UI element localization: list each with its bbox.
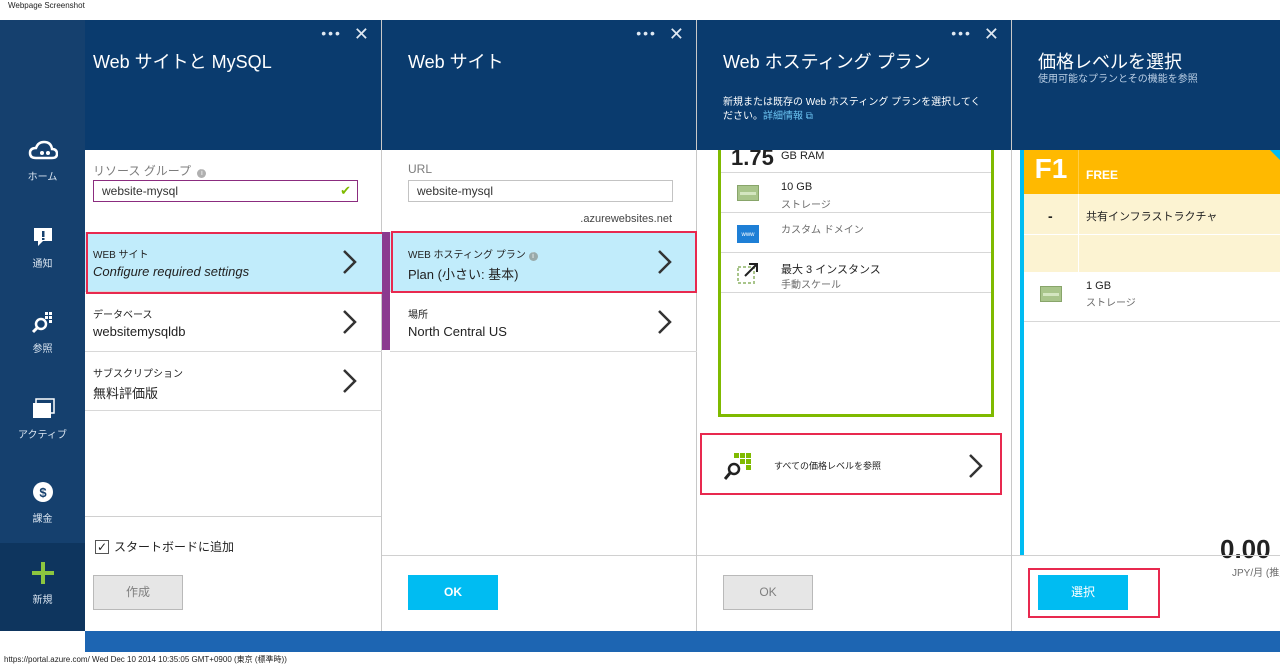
billing-icon: $	[32, 482, 53, 502]
divider	[85, 516, 381, 517]
sidebar: ホーム 通知 参照 アクティブ $ 課金	[0, 20, 85, 631]
tier-feature-storage: 1 GB ストレージ	[1024, 272, 1280, 322]
blade-hosting-plan: ••• ✕ Web ホスティング プラン 新規または既存の Web ホスティング …	[697, 20, 1012, 631]
info-icon: i	[528, 252, 538, 261]
tier-price: 0.00	[1220, 534, 1271, 564]
sidebar-item-active[interactable]: アクティブ	[0, 398, 85, 441]
tier-code: F1	[1024, 150, 1079, 194]
chevron-right-icon	[658, 250, 672, 274]
new-button[interactable]: 新規	[0, 543, 85, 631]
tier-card-f1[interactable]: F1 FREE - 共有インフラストラクチャ 1 GB ストレージ 0.00 J…	[1024, 150, 1280, 579]
accent-strip	[382, 232, 390, 350]
browse-icon	[31, 312, 52, 334]
sidebar-item-label: 課金	[32, 514, 53, 525]
www-icon: www	[737, 225, 759, 243]
blade-controls: ••• ✕	[321, 24, 371, 45]
ok-button[interactable]: OK	[408, 575, 498, 610]
close-icon[interactable]: ✕	[354, 24, 371, 44]
row-hosting-plan[interactable]: WEB ホスティング プラン i Plan (小さい: 基本)	[390, 232, 697, 292]
checkbox-icon: ✓	[95, 539, 109, 554]
blade-header: ••• ✕ Web ホスティング プラン 新規または既存の Web ホスティング …	[697, 20, 1011, 150]
divider	[1012, 555, 1280, 556]
selected-corner-icon	[1270, 150, 1280, 160]
chevron-right-icon	[343, 310, 357, 334]
cloud-icon	[28, 140, 58, 160]
close-icon[interactable]: ✕	[984, 24, 1001, 44]
blade-description: 新規または既存の Web ホスティング プランを選択してく ださい。詳細情報 ⧉	[723, 97, 981, 122]
blade-title: Web サイト	[408, 52, 504, 72]
create-button[interactable]: 作成	[93, 575, 183, 610]
blade-controls: ••• ✕	[636, 24, 686, 45]
row-database[interactable]: データベース websitemysqldb	[85, 292, 382, 352]
blade-header: 価格レベルを選択 使用可能なプランとその機能を参照	[1012, 20, 1280, 150]
sidebar-item-label: ホーム	[27, 172, 58, 183]
bottom-bar	[85, 631, 1280, 652]
chevron-right-icon	[658, 310, 672, 334]
divider	[382, 555, 696, 556]
blade-header: ••• ✕ Web サイトと MySQL	[85, 20, 381, 150]
blade-website-mysql: ••• ✕ Web サイトと MySQL リソース グループ i website-…	[85, 20, 388, 631]
checkmark-icon: ✔	[340, 183, 351, 198]
url-input[interactable]: website-mysql	[408, 180, 673, 202]
chevron-right-icon	[969, 454, 983, 478]
resource-group-label: リソース グループ i	[93, 162, 207, 179]
blade-title: Web ホスティング プラン	[723, 52, 931, 72]
sidebar-item-billing[interactable]: $ 課金	[0, 480, 85, 525]
blade-controls: ••• ✕	[951, 24, 1001, 45]
blade-header: ••• ✕ Web サイト	[382, 20, 696, 150]
startboard-checkbox[interactable]: ✓ スタートボードに追加	[95, 538, 234, 555]
plan-feature-scale: 最大 3 インスタンス 手動スケール	[721, 253, 991, 293]
close-icon[interactable]: ✕	[669, 24, 686, 44]
blade-title: Web サイトと MySQL	[93, 52, 272, 72]
resource-group-input[interactable]: website-mysql ✔	[93, 180, 358, 202]
blade-pricing-tier: 価格レベルを選択 使用可能なプランとその機能を参照 F1 FREE - 共有イン…	[1012, 20, 1280, 631]
plan-feature-storage: 10 GB ストレージ	[721, 173, 991, 213]
more-icon[interactable]: •••	[321, 25, 342, 41]
browse-pricing-icon	[724, 453, 751, 480]
sidebar-item-label: アクティブ	[18, 430, 67, 441]
sidebar-item-notifications[interactable]: 通知	[0, 225, 85, 270]
chevron-right-icon	[343, 250, 357, 274]
blade-subtitle: 使用可能なプランとその機能を参照	[1038, 74, 1198, 85]
tier-price-unit: JPY/月 (推定	[1232, 568, 1280, 579]
chevron-right-icon	[343, 369, 357, 393]
status-bar: https://portal.azure.com/ Wed Dec 10 201…	[0, 652, 1280, 667]
storage-icon	[1040, 286, 1062, 302]
svg-text:$: $	[39, 485, 47, 500]
ram-unit: GB RAM	[781, 150, 825, 162]
scale-icon	[737, 263, 758, 284]
row-website[interactable]: WEB サイト Configure required settings	[85, 232, 382, 292]
active-icon	[32, 398, 55, 418]
more-icon[interactable]: •••	[951, 25, 972, 41]
new-label: 新規	[32, 595, 53, 606]
ram-value: 1.75	[731, 150, 774, 166]
plus-icon	[31, 562, 54, 584]
url-suffix: .azurewebsites.net	[580, 213, 672, 225]
notification-icon	[33, 228, 52, 246]
row-location[interactable]: 場所 North Central US	[390, 292, 697, 352]
divider	[697, 555, 1011, 556]
sidebar-item-browse[interactable]: 参照	[0, 310, 85, 355]
plan-feature-domain: www カスタム ドメイン	[721, 213, 991, 253]
blade-website: ••• ✕ Web サイト URL website-mysql .azureweb…	[382, 20, 697, 631]
more-icon[interactable]: •••	[636, 25, 657, 41]
sidebar-item-label: 通知	[32, 259, 53, 270]
window-title: Webpage Screenshot	[0, 0, 1280, 20]
storage-icon	[737, 185, 759, 201]
info-icon: i	[197, 169, 207, 178]
browse-all-tiers-row[interactable]: すべての価格レベルを参照	[700, 433, 1002, 495]
tier-shared-section: - 共有インフラストラクチャ	[1024, 194, 1280, 272]
select-button[interactable]: 選択	[1038, 575, 1128, 610]
url-label: URL	[408, 162, 433, 176]
ok-button[interactable]: OK	[723, 575, 813, 610]
plan-card[interactable]: 1.75 GB RAM 10 GB ストレージ www カスタム ドメイン 最大…	[718, 150, 994, 417]
sidebar-item-label: 参照	[32, 344, 53, 355]
row-subscription[interactable]: サブスクリプション 無料評価版	[85, 351, 382, 411]
details-link[interactable]: 詳細情報 ⧉	[763, 111, 813, 122]
tier-name: FREE	[1086, 168, 1119, 182]
tier-header: F1 FREE	[1024, 150, 1280, 194]
sidebar-item-home[interactable]: ホーム	[0, 140, 85, 183]
